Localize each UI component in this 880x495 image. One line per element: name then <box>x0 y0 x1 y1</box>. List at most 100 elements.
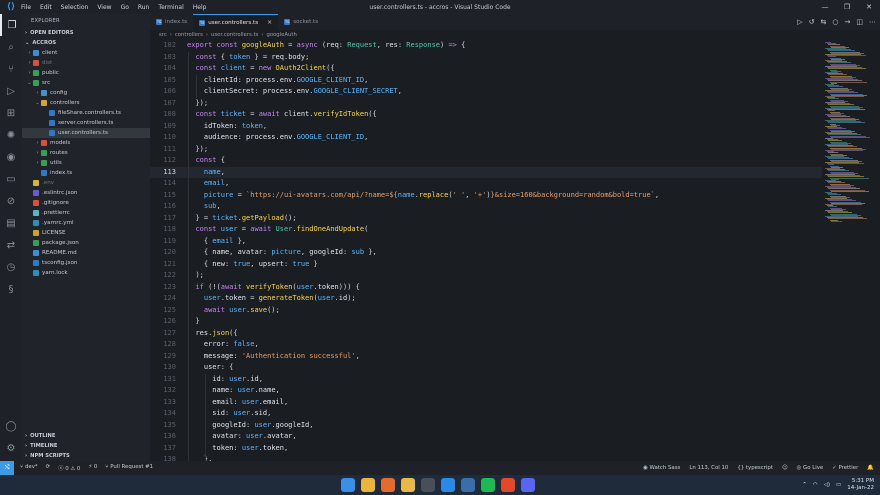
github-icon[interactable]: ◉ <box>0 146 22 168</box>
breadcrumb-item[interactable]: user.controllers.ts <box>211 32 258 38</box>
emoji-icon[interactable]: ☺ <box>782 465 788 471</box>
tree-item[interactable]: LICENSE <box>22 228 150 238</box>
arrow-right-icon[interactable]: → <box>845 18 851 26</box>
tree-item[interactable]: › public <box>22 68 150 78</box>
more-actions-icon[interactable]: ⋯ <box>869 18 876 26</box>
run-debug-icon[interactable]: ▷ <box>0 80 22 102</box>
compare-icon[interactable]: ⇆ <box>821 18 827 26</box>
battery-icon[interactable]: ▭ <box>836 482 841 488</box>
close-tab-icon[interactable]: × <box>267 19 272 26</box>
tree-item[interactable]: .prettierrc <box>22 208 150 218</box>
menu-item-selection[interactable]: Selection <box>61 4 89 11</box>
chevron-up-icon[interactable]: ⌃ <box>802 482 807 488</box>
tree-item[interactable]: ⌄ controllers <box>22 98 150 108</box>
tree-item[interactable]: server.controllers.ts <box>22 118 150 128</box>
go-live-status[interactable]: ◎ Go Live <box>797 465 824 471</box>
open-editors-section[interactable]: › OPEN EDITORS <box>22 28 150 38</box>
tree-item[interactable]: .gitignore <box>22 198 150 208</box>
tree-item[interactable]: yarn.lock <box>22 268 150 278</box>
volume-icon[interactable]: ◁) <box>824 482 830 488</box>
tree-item[interactable]: › config <box>22 88 150 98</box>
app-icon[interactable] <box>461 478 475 492</box>
breadcrumb-item[interactable]: controllers <box>175 32 203 38</box>
sidebar-section-outline[interactable]: › OUTLINE <box>22 431 150 441</box>
minimap[interactable] <box>822 40 880 461</box>
tree-item[interactable]: › utils <box>22 158 150 168</box>
cursor-position[interactable]: Ln 113, Col 10 <box>689 465 728 471</box>
remote-indicator-icon[interactable]: ⤭ <box>0 461 14 475</box>
brave-icon[interactable] <box>501 478 515 492</box>
line-number: 127 <box>163 328 176 337</box>
menu-item-edit[interactable]: Edit <box>40 4 52 11</box>
tree-item[interactable]: tsconfig.json <box>22 258 150 268</box>
spotify-icon[interactable] <box>481 478 495 492</box>
problems-status[interactable]: ⓧ 0 ⚠ 0 <box>58 464 80 472</box>
files-icon[interactable] <box>401 478 415 492</box>
windows-start-icon[interactable] <box>341 478 355 492</box>
tree-item[interactable]: .eslintrc.json <box>22 188 150 198</box>
branch-status[interactable]: ⑂ dev* <box>20 464 38 472</box>
run-icon[interactable]: ▷ <box>797 18 802 26</box>
explorer-icon[interactable]: ❐ <box>0 14 22 36</box>
ports-status[interactable]: ⚡ 0 <box>88 464 97 472</box>
tree-item[interactable]: user.controllers.ts <box>22 128 150 138</box>
maximize-icon[interactable]: ❐ <box>836 0 858 14</box>
circle-icon[interactable]: ○ <box>832 18 838 26</box>
gitlens-icon[interactable]: § <box>0 278 22 300</box>
tree-item[interactable]: › dist <box>22 58 150 68</box>
tree-item[interactable]: ⌄ src <box>22 78 150 88</box>
language-mode[interactable]: {} typescript <box>737 465 773 471</box>
prettier-status[interactable]: ✓ Prettier <box>832 465 858 471</box>
compass-icon[interactable]: ⊘ <box>0 190 22 212</box>
tree-item[interactable]: README.md <box>22 248 150 258</box>
timer-icon[interactable]: ◷ <box>0 256 22 278</box>
tree-item[interactable]: .yarnrc.yml <box>22 218 150 228</box>
menu-item-run[interactable]: Run <box>138 4 150 11</box>
code-editor[interactable]: 102 export const googleAuth = async (req:… <box>150 40 822 461</box>
settings-gear-icon[interactable]: ⚙ <box>0 437 22 459</box>
discord-icon[interactable] <box>521 478 535 492</box>
source-control-icon[interactable]: ⑂ <box>0 58 22 80</box>
breadcrumb-item[interactable]: src <box>159 32 167 38</box>
menu-item-view[interactable]: View <box>97 4 111 11</box>
docker-icon[interactable]: ▤ <box>0 212 22 234</box>
account-icon[interactable]: ◯ <box>0 415 22 437</box>
vscode-icon[interactable] <box>441 478 455 492</box>
tree-item[interactable]: fileShare.controllers.ts <box>22 108 150 118</box>
tree-item[interactable]: › routes <box>22 148 150 158</box>
extensions-icon[interactable]: ⊞ <box>0 102 22 124</box>
sidebar-section-npm-scripts[interactable]: › NPM SCRIPTS <box>22 451 150 461</box>
tab-user-controllers-ts[interactable]: TS user.controllers.ts × <box>193 14 279 30</box>
menu-item-file[interactable]: File <box>21 4 31 11</box>
minimize-icon[interactable]: — <box>814 0 836 14</box>
tree-item[interactable]: › client <box>22 48 150 58</box>
tab-socket-ts[interactable]: TS socket.ts <box>278 14 324 30</box>
menu-item-terminal[interactable]: Terminal <box>158 4 183 11</box>
firefox-icon[interactable] <box>381 478 395 492</box>
notifications-icon[interactable]: 🔔 <box>867 465 874 471</box>
bug-icon[interactable]: ✺ <box>0 124 22 146</box>
sync-icon[interactable]: ⟳ <box>46 464 51 472</box>
search-icon[interactable]: ⌕ <box>0 36 22 58</box>
wifi-icon[interactable]: ◠ <box>813 482 818 488</box>
history-icon[interactable]: ↺ <box>809 18 815 26</box>
split-editor-icon[interactable]: ◫ <box>856 18 863 26</box>
tree-item[interactable]: .env <box>22 178 150 188</box>
chrome-icon[interactable] <box>361 478 375 492</box>
live-share-icon[interactable]: ⇄ <box>0 234 22 256</box>
clock[interactable]: 5:31 PM 14-Jan-22 <box>847 478 874 492</box>
tree-item[interactable]: index.ts <box>22 168 150 178</box>
pull-request-status[interactable]: ⑂ Pull Request #1 <box>105 464 153 472</box>
close-icon[interactable]: ✕ <box>858 0 880 14</box>
remote-explorer-icon[interactable]: ▭ <box>0 168 22 190</box>
breadcrumb-item[interactable]: googleAuth <box>266 32 296 38</box>
watch-sass-status[interactable]: ◉ Watch Sass <box>643 465 680 471</box>
terminal-icon[interactable] <box>421 478 435 492</box>
menu-item-go[interactable]: Go <box>121 4 129 11</box>
tree-item[interactable]: › models <box>22 138 150 148</box>
tree-item[interactable]: package.json <box>22 238 150 248</box>
menu-item-help[interactable]: Help <box>193 4 207 11</box>
tab-index-ts[interactable]: TS index.ts <box>150 14 193 30</box>
project-section[interactable]: ⌄ ACCROS <box>22 38 150 48</box>
sidebar-section-timeline[interactable]: › TIMELINE <box>22 441 150 451</box>
